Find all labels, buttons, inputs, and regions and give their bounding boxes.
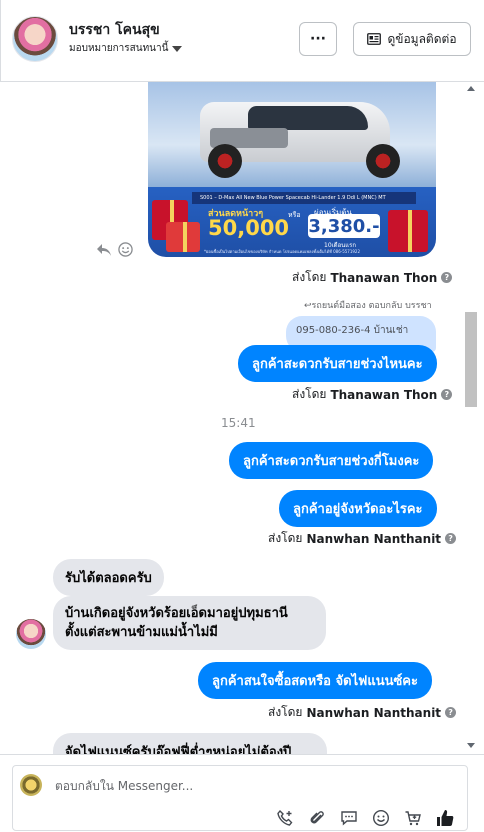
sender-name: Nanwhan Nanthanit xyxy=(306,705,442,720)
gift-box-image xyxy=(388,210,428,252)
scroll-down-arrow-icon[interactable] xyxy=(467,743,475,748)
composer-toolbar xyxy=(275,808,455,828)
message-timestamp: 15:41 xyxy=(221,416,256,430)
assign-label: มอบหมายการสนทนานี้ xyxy=(69,43,169,54)
gift-box-image xyxy=(166,222,200,252)
sent-by-label: ส่งโดย Nanwhan Nanthanit ? xyxy=(268,703,457,722)
messenger-window: บรรชา โคนสุข มอบหมายการสนทนานี้ ··· ดูข้… xyxy=(0,0,484,832)
reply-context-note: ↩รถยนต์มือสอง ตอบกลับ บรรชา xyxy=(304,301,432,311)
info-icon[interactable]: ? xyxy=(445,707,457,718)
emoji-picker-icon[interactable] xyxy=(371,808,391,828)
info-icon[interactable]: ? xyxy=(445,533,457,544)
outgoing-message[interactable]: ลูกค้าสะดวกรับสายช่วงกี่โมงคะ xyxy=(229,442,434,479)
info-icon[interactable]: ? xyxy=(441,389,453,400)
attach-icon[interactable] xyxy=(307,808,327,828)
scroll-thumb[interactable] xyxy=(465,312,477,407)
assign-conversation-dropdown[interactable]: มอบหมายการสนทนานี้ xyxy=(69,41,183,56)
incoming-message[interactable]: รับได้ตลอดครับ xyxy=(53,559,164,596)
call-add-icon[interactable] xyxy=(275,808,295,828)
view-contact-info-label: ดูข้อมูลติดต่อ xyxy=(387,31,457,46)
more-options-button[interactable]: ··· xyxy=(299,22,337,56)
more-icon: ··· xyxy=(310,31,326,47)
saved-replies-icon[interactable] xyxy=(339,808,359,828)
promo-model-line: S001 – D-Max All New Blue Power Spacecab… xyxy=(192,192,416,204)
sent-by-label: ส่งโดย Thanawan Thon ? xyxy=(292,268,453,287)
caret-down-icon xyxy=(172,45,183,52)
sender-name: Thanawan Thon xyxy=(330,387,438,402)
promo-discount-value: 50,000 xyxy=(208,216,290,240)
contact-avatar[interactable] xyxy=(12,16,58,62)
emoji-icon[interactable] xyxy=(118,242,133,261)
outgoing-message[interactable]: ลูกค้าสะดวกรับสายช่วงไหนคะ xyxy=(238,345,437,382)
promo-image-message[interactable]: S001 – D-Max All New Blue Power Spacecab… xyxy=(148,82,436,257)
contact-name[interactable]: บรรชา โคนสุข xyxy=(69,19,160,41)
like-icon[interactable] xyxy=(435,808,455,828)
incoming-message[interactable]: จัดไฟแนนซ์ครับอ๊อฟฟี่ต่ำๆหน่อยไม่ต้องปี xyxy=(53,733,327,755)
contact-card-icon xyxy=(367,33,382,45)
promo-footnote: *ผ่อนซื้อเป็นไปตามเงื่อนไขของบริษัท กำหน… xyxy=(204,249,361,254)
reply-input[interactable] xyxy=(55,777,455,795)
sender-name: Thanawan Thon xyxy=(330,270,438,285)
view-contact-info-button[interactable]: ดูข้อมูลติดต่อ xyxy=(353,22,471,56)
composer xyxy=(0,754,484,832)
outgoing-message[interactable]: ลูกค้าสนใจซื้อสดหรือ จัดไฟแนนซ์คะ xyxy=(198,662,432,699)
message-actions xyxy=(96,242,133,261)
scroll-up-arrow-icon[interactable] xyxy=(467,86,475,91)
page-avatar xyxy=(20,774,42,796)
add-to-cart-icon[interactable] xyxy=(403,808,423,828)
composer-box xyxy=(12,765,468,831)
sent-by-label: ส่งโดย Thanawan Thon ? xyxy=(292,385,453,404)
sender-avatar xyxy=(16,619,46,649)
outgoing-message[interactable]: ลูกค้าอยู่จังหวัดอะไรคะ xyxy=(279,490,437,527)
promo-monthly-value: 3,380.- xyxy=(308,214,380,238)
info-icon[interactable]: ? xyxy=(441,272,453,283)
reply-icon[interactable] xyxy=(96,243,112,261)
conversation-header: บรรชา โคนสุข มอบหมายการสนทนานี้ ··· ดูข้… xyxy=(0,0,484,82)
chat-scrollbar[interactable] xyxy=(464,82,478,752)
sender-name: Nanwhan Nanthanit xyxy=(306,531,442,546)
promo-or-label: หรือ xyxy=(288,211,301,219)
sent-by-label: ส่งโดย Nanwhan Nanthanit ? xyxy=(268,529,457,548)
incoming-message[interactable]: บ้านเกิดอยู่จังหวัดร้อยเอ็ดมาอยู่ปทุมธาน… xyxy=(53,596,326,650)
